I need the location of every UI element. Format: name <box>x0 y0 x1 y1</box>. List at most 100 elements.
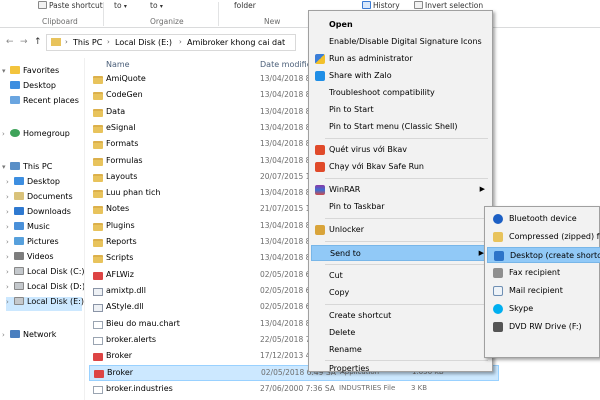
chevron-right-icon: › <box>2 130 5 138</box>
file-date: 27/06/2000 7:36 SA <box>260 383 335 393</box>
nav-pictures[interactable]: › Pictures <box>6 237 86 251</box>
nav-homegroup[interactable]: › Homegroup <box>2 129 82 143</box>
application-icon <box>93 271 103 280</box>
menu-item-run-as-admin[interactable]: Run as administrator <box>311 51 490 67</box>
file-date: 13/04/2018 8 <box>260 237 311 246</box>
desktop-icon <box>14 177 24 185</box>
desktop-icon <box>10 81 20 89</box>
chevron-right-icon: › <box>6 268 9 276</box>
menu-item-pin-start[interactable]: Pin to Start <box>311 102 490 118</box>
drive-icon <box>14 282 24 290</box>
chevron-right-icon: › <box>6 283 9 291</box>
menu-item-send-to[interactable]: Send to ▶ <box>311 245 490 261</box>
menu-item-bkav-safe-run[interactable]: Chạy với Bkav Safe Run <box>311 159 490 175</box>
pane-divider[interactable] <box>84 58 85 400</box>
breadcrumb-this-pc[interactable]: This PC <box>73 38 102 47</box>
file-date: 02/05/2018 6 <box>260 302 311 312</box>
copy-to-button[interactable]: to ▾ <box>150 1 163 10</box>
breadcrumb-amibroker[interactable]: Amibroker khong cai dat <box>187 38 285 47</box>
send-to-dvd-drive[interactable]: DVD RW Drive (F:) <box>487 319 600 335</box>
nav-recent-places[interactable]: Recent places <box>10 96 90 110</box>
nav-documents[interactable]: › Documents <box>6 192 86 206</box>
menu-item-unlocker[interactable]: Unlocker <box>311 222 490 238</box>
menu-item-digital-signature[interactable]: Enable/Disable Digital Signature Icons <box>311 34 490 50</box>
up-button[interactable]: ↑ <box>34 37 42 47</box>
send-to-desktop[interactable]: Desktop (create shortcut) <box>487 247 600 263</box>
send-to-submenu: Bluetooth device Compressed (zipped) fol… <box>484 206 600 358</box>
nav-music[interactable]: › Music <box>6 222 86 236</box>
chevron-right-icon: › <box>107 38 110 46</box>
column-header-date[interactable]: Date modifie <box>260 60 312 69</box>
videos-icon <box>14 252 24 260</box>
file-icon <box>93 320 103 329</box>
nav-this-pc[interactable]: ▾ This PC <box>2 162 82 176</box>
downloads-icon <box>14 207 24 215</box>
menu-item-delete[interactable]: Delete <box>311 325 490 341</box>
history-button[interactable]: History <box>362 1 400 10</box>
dll-file-icon <box>93 287 103 296</box>
chevron-down-icon: ▾ <box>2 67 6 75</box>
file-name: AFLWiz <box>106 269 134 279</box>
menu-item-open[interactable]: Open <box>311 17 490 33</box>
nav-desktop-favorite[interactable]: Desktop <box>10 81 90 95</box>
folder-icon <box>93 239 103 247</box>
breadcrumb-local-disk-e[interactable]: Local Disk (E:) <box>115 38 172 47</box>
forward-button[interactable]: → <box>20 37 28 47</box>
folder-icon <box>93 108 103 117</box>
file-date: 21/07/2015 1 <box>260 204 311 214</box>
mail-icon <box>493 286 503 296</box>
file-date: 13/04/2018 8 <box>260 139 311 149</box>
menu-separator <box>325 138 488 139</box>
send-to-compressed-folder[interactable]: Compressed (zipped) folde <box>487 229 600 245</box>
file-name: Data <box>106 106 126 116</box>
recent-places-icon <box>10 96 20 104</box>
file-date: 13/04/2018 8 <box>260 106 311 116</box>
file-row[interactable]: broker.industries 27/06/2000 7:36 SA INDUS… <box>89 382 499 398</box>
menu-item-bkav-scan[interactable]: Quét virus với Bkav <box>311 142 490 158</box>
menu-separator <box>325 241 488 242</box>
shield-icon <box>315 54 325 64</box>
file-name: Notes <box>106 204 130 214</box>
invert-selection-button[interactable]: Invert selection <box>414 1 483 10</box>
address-bar[interactable]: › This PC › Local Disk (E:) › Amibroker … <box>46 34 296 51</box>
desktop-icon <box>494 251 504 261</box>
menu-item-properties[interactable]: Properties <box>311 355 490 373</box>
group-label-new: New <box>264 17 281 26</box>
paste-shortcut-button[interactable]: Paste shortcut <box>38 1 103 10</box>
file-name: Broker <box>107 368 134 378</box>
menu-item-troubleshoot[interactable]: Troubleshoot compatibility <box>311 85 490 101</box>
nav-local-disk-c[interactable]: › Local Disk (C:) <box>6 267 86 281</box>
nav-videos[interactable]: › Videos <box>6 252 86 266</box>
file-icon <box>93 336 103 345</box>
nav-local-disk-e[interactable]: › Local Disk (E:) <box>6 297 84 311</box>
menu-item-share-zalo[interactable]: Share with Zalo <box>311 68 490 84</box>
file-name: Layouts <box>106 171 138 181</box>
send-to-mail[interactable]: Mail recipient <box>487 283 600 299</box>
menu-item-copy[interactable]: Copy <box>311 285 490 301</box>
folder-icon <box>93 157 103 166</box>
file-name: CodeGen <box>106 90 143 100</box>
bkav-shield-icon <box>315 145 325 155</box>
file-date: 02/05/2018 6 <box>260 285 311 295</box>
column-header-name[interactable]: Name <box>106 60 130 69</box>
move-to-button[interactable]: to ▾ <box>114 1 127 10</box>
dvd-drive-icon <box>493 322 503 332</box>
new-folder-button[interactable]: folder <box>234 1 256 10</box>
menu-item-pin-start-classic[interactable]: Pin to Start menu (Classic Shell) <box>311 119 490 135</box>
nav-favorites[interactable]: ▾ Favorites <box>2 66 82 80</box>
nav-network[interactable]: › Network <box>2 330 82 344</box>
send-to-bluetooth[interactable]: Bluetooth device <box>487 211 600 227</box>
chevron-right-icon: › <box>6 298 9 306</box>
menu-item-create-shortcut[interactable]: Create shortcut <box>311 308 490 324</box>
send-to-fax[interactable]: Fax recipient <box>487 265 600 281</box>
send-to-skype[interactable]: Skype <box>487 301 600 317</box>
chevron-right-icon: › <box>179 38 182 46</box>
back-button[interactable]: ← <box>6 37 14 47</box>
nav-downloads[interactable]: › Downloads <box>6 207 86 221</box>
menu-item-cut[interactable]: Cut <box>311 268 490 284</box>
menu-item-pin-taskbar[interactable]: Pin to Taskbar <box>311 199 490 215</box>
nav-desktop[interactable]: › Desktop <box>6 177 86 191</box>
menu-item-winrar[interactable]: WinRAR ▶ <box>311 182 490 198</box>
nav-local-disk-d[interactable]: › Local Disk (D:) <box>6 282 86 296</box>
file-type: INDUSTRIES File <box>339 383 396 392</box>
